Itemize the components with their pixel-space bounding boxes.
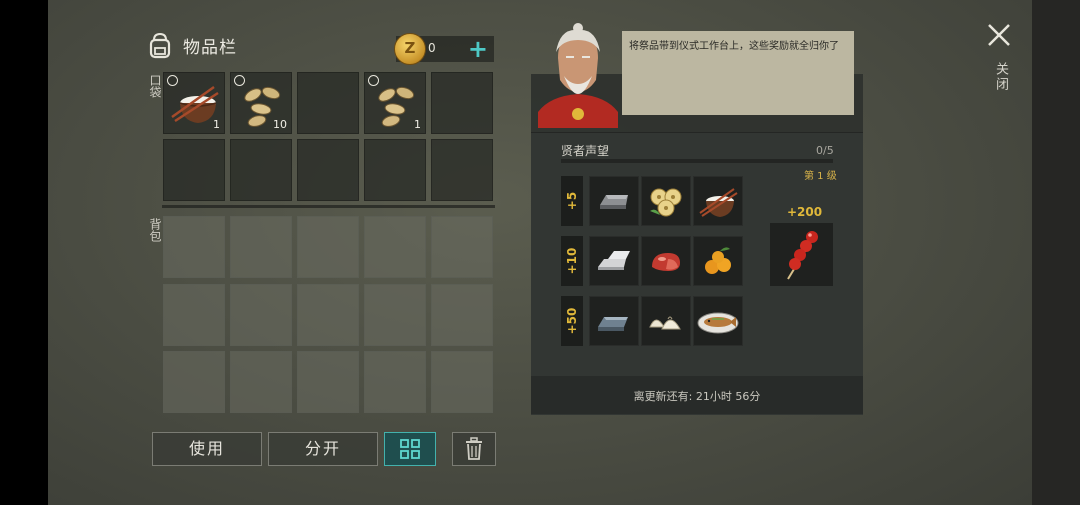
use-button[interactable]: 使用 (152, 432, 262, 466)
kumquat-icon (705, 247, 731, 274)
reputation-progress-bar (561, 159, 833, 163)
backpack-slot[interactable] (163, 351, 225, 413)
offering-item[interactable] (693, 236, 743, 286)
candied-haws-icon (787, 231, 818, 280)
sort-button[interactable] (384, 432, 436, 466)
item-quantity: 10 (273, 118, 287, 131)
pocket-slot[interactable] (431, 139, 493, 201)
close-label[interactable]: 关闭 (991, 62, 1010, 92)
item-quantity: 1 (213, 118, 220, 131)
backpack-slot[interactable] (364, 216, 426, 278)
grid-icon (400, 439, 420, 459)
split-button[interactable]: 分开 (268, 432, 378, 466)
backpack-icon (149, 32, 171, 59)
refresh-timer: 离更新还有: 21小时 56分 (633, 390, 761, 403)
backpack-slot[interactable] (297, 351, 359, 413)
offering-item[interactable] (641, 176, 691, 226)
offering-item[interactable] (641, 296, 691, 346)
pocket-slot[interactable] (297, 72, 359, 134)
backpack-slot[interactable] (230, 284, 292, 346)
lotus-root-icon (650, 188, 682, 217)
inventory-header: 物品栏 (145, 30, 237, 60)
pocket-slot[interactable]: 1 (163, 72, 225, 134)
coin-icon: Z (394, 33, 426, 65)
reputation-level: 第 1 级 (804, 171, 837, 182)
delete-button[interactable] (452, 432, 496, 466)
reward-value: +200 (787, 205, 823, 219)
rice-bowl-icon (699, 188, 738, 217)
backpack-slot[interactable] (364, 351, 426, 413)
backpack-slot[interactable] (297, 284, 359, 346)
tier-label: +5 (561, 176, 583, 226)
add-coins-button[interactable]: + (468, 36, 488, 62)
offering-item[interactable] (641, 236, 691, 286)
pocket-slot[interactable] (297, 139, 359, 201)
steel-ingot-icon (598, 317, 628, 331)
section-divider (162, 205, 495, 208)
pocket-slot[interactable]: 10 (230, 72, 292, 134)
pocket-slot[interactable] (163, 139, 225, 201)
backpack-slot[interactable] (431, 351, 493, 413)
item-quantity: 1 (414, 118, 421, 131)
pocket-slot[interactable] (230, 139, 292, 201)
npc-speech-bubble: 将祭品带到仪式工作台上，这些奖励就全归你了 (622, 31, 854, 115)
pocket-label: 口袋 (148, 74, 162, 98)
dumplings-icon (649, 316, 681, 330)
pocket-slot[interactable] (431, 72, 493, 134)
backpack-slot[interactable] (163, 216, 225, 278)
backpack-slot[interactable] (230, 216, 292, 278)
iron-ingot-icon (600, 195, 628, 209)
coin-counter: Z 0 + (394, 33, 494, 65)
backpack-slot[interactable] (431, 216, 493, 278)
offering-item[interactable] (589, 296, 639, 346)
game-screen: 物品栏 Z 0 + 口袋 背包 1 10 1 使用 分开 将祭品带到仪式工作台上… (0, 0, 1080, 505)
offering-item[interactable] (693, 176, 743, 226)
tier-label: +10 (561, 236, 583, 286)
inventory-title: 物品栏 (183, 37, 237, 58)
backpack-label: 背包 (148, 218, 162, 242)
pocket-slot[interactable]: 1 (364, 72, 426, 134)
backpack-slot[interactable] (163, 284, 225, 346)
meat-icon (652, 253, 680, 271)
backpack-slot[interactable] (230, 351, 292, 413)
reward-item[interactable] (770, 223, 833, 286)
backpack-slot[interactable] (431, 284, 493, 346)
offering-item[interactable] (693, 296, 743, 346)
backpack-slot[interactable] (297, 216, 359, 278)
refresh-footer: 离更新还有: 21小时 56分 (531, 376, 863, 414)
tier-label: +50 (561, 296, 583, 346)
offering-item[interactable] (589, 176, 639, 226)
backpack-slot[interactable] (364, 284, 426, 346)
offering-item[interactable] (589, 236, 639, 286)
pocket-slot[interactable] (364, 139, 426, 201)
reputation-label: 贤者声望 (561, 144, 610, 158)
npc-speech-text: 将祭品带到仪式工作台上，这些奖励就全归你了 (629, 41, 839, 52)
silver-ingot-icon (598, 251, 630, 270)
fish-dish-icon (697, 312, 739, 334)
coin-amount: 0 (428, 41, 436, 55)
trash-icon (466, 437, 482, 460)
reputation-count: 0/5 (816, 144, 834, 157)
sage-portrait (538, 23, 618, 128)
close-icon[interactable] (986, 22, 1012, 48)
